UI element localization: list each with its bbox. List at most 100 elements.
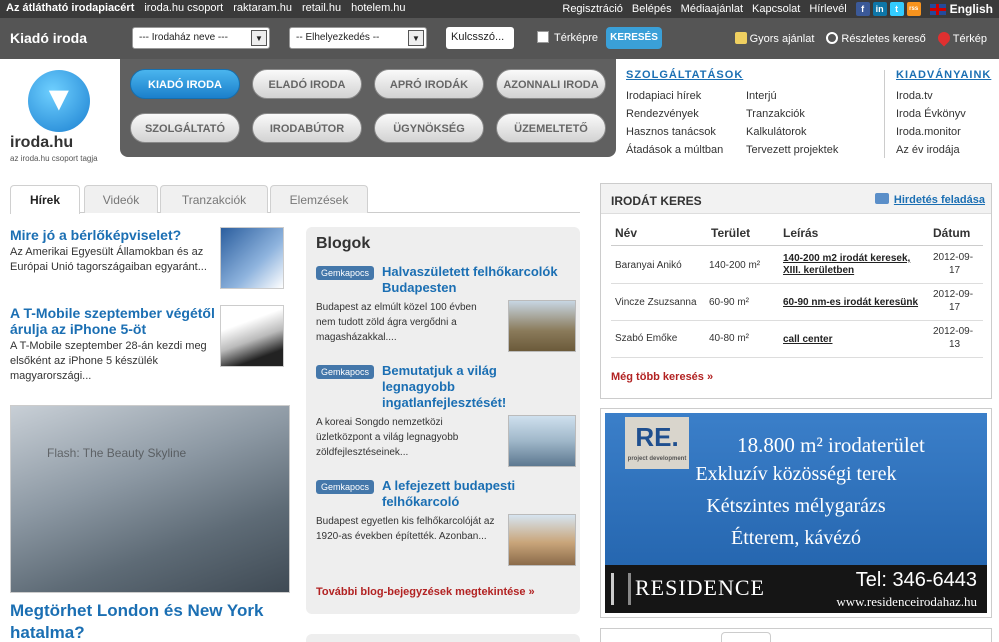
publications-title[interactable]: KIADVÁNYAINK	[896, 69, 996, 81]
blog-thumbnail[interactable]	[508, 415, 576, 467]
cell-name: Szabó Emőke	[615, 333, 678, 344]
blog-tag[interactable]: Gemkapocs	[316, 266, 375, 280]
link-login[interactable]: Belépés	[632, 3, 672, 15]
blog-title[interactable]: A lefejezett budapesti felhőkarcoló	[382, 478, 572, 510]
link-media-offer[interactable]: Médiaajánlat	[681, 3, 743, 15]
twitter-icon[interactable]: t	[889, 2, 904, 16]
blog-more-link[interactable]: További blog-bejegyzések megtekintése »	[316, 586, 535, 598]
residence-ad-banner[interactable]: RE. project development 18.800 m² irodat…	[600, 408, 992, 618]
search-button[interactable]: KERESÉS	[606, 27, 662, 49]
ad-line: Kétszintes mélygarázs	[706, 495, 886, 517]
blog-title[interactable]: Halvaszületett felhőkarcolók Budapesten	[382, 264, 572, 296]
location-select[interactable]: -- Elhelyezkedés -- ▼	[289, 27, 427, 49]
rss-icon[interactable]: rss	[906, 2, 921, 16]
cell-desc[interactable]: call center	[783, 334, 832, 345]
logo-mark-icon	[28, 70, 90, 132]
post-ad-link[interactable]: Hirdetés feladása	[874, 193, 985, 206]
services-item[interactable]: Rendezvények	[626, 105, 746, 123]
blog-thumbnail[interactable]	[508, 514, 576, 566]
services-item[interactable]: Interjú	[746, 87, 866, 105]
table-row[interactable]: Szabó Emőke 40-80 m² call center 2012-09…	[611, 322, 983, 358]
news-thumbnail-iphone[interactable]	[220, 305, 284, 367]
publications-item[interactable]: Iroda.monitor	[896, 123, 996, 141]
tab-elemzesek[interactable]: Elemzések	[270, 185, 368, 213]
facebook-icon[interactable]: f	[855, 2, 870, 16]
nav-ugynokseg[interactable]: ÜGYNÖKSÉG	[374, 113, 484, 143]
map-link[interactable]: Térkép	[935, 29, 987, 47]
quick-offer-label: Gyors ajánlat	[749, 33, 815, 45]
services-item[interactable]: Kalkulátorok	[746, 123, 866, 141]
news-image-skyline[interactable]: Flash: The Beauty Skyline	[10, 405, 290, 593]
nav-szolgaltato[interactable]: SZOLGÁLTATÓ	[130, 113, 240, 143]
link-registration[interactable]: Regisztráció	[562, 3, 623, 15]
nav-uzemelteto[interactable]: ÜZEMELTETŐ	[496, 113, 606, 143]
publications-item[interactable]: Az év irodája	[896, 141, 996, 159]
cell-desc[interactable]: 140-200 m2 irodát keresek,	[783, 253, 910, 264]
cell-desc[interactable]: 60-90 nm-es irodát keresünk	[783, 297, 918, 308]
news-title[interactable]: A T-Mobile szeptember végétől árulja az …	[10, 305, 215, 337]
building-select[interactable]: --- Irodaház neve --- ▼	[132, 27, 270, 49]
link-raktaram[interactable]: raktaram.hu	[233, 2, 292, 14]
keyword-input[interactable]: Kulcsszó...	[446, 27, 514, 49]
more-searches-link[interactable]: Még több keresés »	[611, 371, 713, 383]
tab-tranzakciok[interactable]: Tranzakciók	[160, 185, 268, 213]
tab-hirek[interactable]: Hírek	[10, 185, 80, 214]
logo[interactable]: iroda.hu az iroda.hu csoport tagja	[8, 66, 118, 166]
col-header-area: Terület	[711, 226, 751, 240]
services-item[interactable]: Tranzakciók	[746, 105, 866, 123]
nav-irodabutor[interactable]: IRODABÚTOR	[252, 113, 362, 143]
publications-item[interactable]: Iroda.tv	[896, 87, 996, 105]
office-search-header: IRODÁT KERES Hirdetés feladása	[601, 184, 991, 214]
uk-flag-icon[interactable]	[929, 3, 946, 15]
big-news-title[interactable]: Megtörhet London és New York hatalma?	[10, 600, 290, 642]
blog-thumbnail[interactable]	[508, 300, 576, 352]
ad-content: RE. project development 18.800 m² irodat…	[605, 413, 987, 613]
services-item[interactable]: Tervezett projektek	[746, 141, 866, 159]
table-header: Név Terület Leírás Dátum	[611, 222, 983, 246]
publications-menu: KIADVÁNYAINK Iroda.tv Iroda Évkönyv Irod…	[896, 69, 996, 159]
nav-apro-irodak[interactable]: APRÓ IRODÁK	[374, 69, 484, 99]
news-item: Mire jó a bérlőképviselet? Az Amerikai E…	[10, 227, 215, 275]
chevron-down-icon[interactable]: ▼	[408, 30, 424, 46]
cell-desc[interactable]: XIII. kerületben	[783, 265, 854, 276]
services-item[interactable]: Hasznos tanácsok	[626, 123, 746, 141]
nav-kiado-iroda[interactable]: KIADÓ IRODA	[130, 69, 240, 99]
link-contact[interactable]: Kapcsolat	[752, 3, 800, 15]
cell-date: 2012-09-	[933, 289, 974, 300]
link-iroda-csoport[interactable]: iroda.hu csoport	[144, 2, 223, 14]
ad-line: 18.800 m² irodaterület	[737, 433, 925, 457]
blog-text: Budapest egyetlen kis felhőkarcolóját az…	[316, 516, 495, 542]
cell-area: 140-200 m²	[709, 260, 761, 271]
link-newsletter[interactable]: Hírlevél	[809, 3, 846, 15]
map-pin-icon	[935, 29, 953, 47]
blog-tag[interactable]: Gemkapocs	[316, 480, 375, 494]
ad-line: Étterem, kávézó	[731, 527, 861, 549]
next-box-tab[interactable]	[721, 632, 771, 642]
chevron-down-icon[interactable]: ▼	[251, 30, 267, 46]
services-item[interactable]: Átadások a múltban	[626, 141, 746, 159]
publications-item[interactable]: Iroda Évkönyv	[896, 105, 996, 123]
blog-title[interactable]: Bemutatjuk a világ legnagyobb ingatlanfe…	[382, 363, 572, 411]
map-checkbox-label[interactable]: Térképre	[554, 32, 598, 44]
services-title[interactable]: SZOLGÁLTATÁSOK	[626, 69, 866, 81]
detailed-search-link[interactable]: Részletes kereső	[826, 32, 926, 45]
link-hotelem[interactable]: hotelem.hu	[351, 2, 405, 14]
nav-azonnali-iroda[interactable]: AZONNALI IRODA	[496, 69, 606, 99]
language-english[interactable]: English	[950, 2, 993, 16]
news-title[interactable]: Mire jó a bérlőképviselet?	[10, 227, 215, 243]
nav-elado-iroda[interactable]: ELADÓ IRODA	[252, 69, 362, 99]
quick-offer-link[interactable]: Gyors ajánlat	[734, 32, 815, 45]
col-header-desc: Leírás	[783, 226, 819, 240]
linkedin-icon[interactable]: in	[872, 2, 887, 16]
cell-area: 40-80 m²	[709, 333, 750, 344]
table-row[interactable]: Baranyai Anikó 140-200 m² 140-200 m2 iro…	[611, 248, 983, 284]
tab-videok[interactable]: Videók	[84, 185, 158, 213]
link-retail[interactable]: retail.hu	[302, 2, 341, 14]
map-checkbox[interactable]	[537, 31, 549, 43]
ad-website: www.residenceirodahaz.hu	[836, 594, 977, 609]
services-item[interactable]: Irodapiaci hírek	[626, 87, 746, 105]
document-icon	[874, 193, 889, 204]
news-thumbnail-handshake[interactable]	[220, 227, 284, 289]
blog-tag[interactable]: Gemkapocs	[316, 365, 375, 379]
table-row[interactable]: Vincze Zsuzsanna 60-90 m² 60-90 nm-es ir…	[611, 285, 983, 321]
